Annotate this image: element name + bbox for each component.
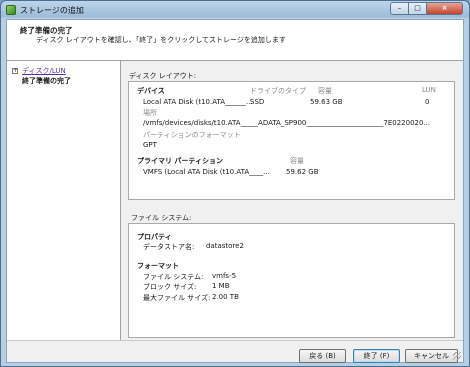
dialog-client-area: 終了準備の完了 ディスク レイアウトを確認し、「終了」をクリックしてストレージを…	[6, 19, 464, 363]
minimize-button[interactable]: –	[390, 2, 409, 15]
finish-button[interactable]: 終了 (F)	[353, 349, 400, 363]
col-lun: LUN	[422, 86, 436, 94]
device-name: Local ATA Disk (t10.ATA______...	[143, 98, 253, 106]
expand-icon[interactable]: +	[12, 68, 18, 74]
footer-divider	[7, 340, 463, 341]
properties-heading: プロパティ	[137, 233, 172, 241]
datastore-name-label: データストア名:	[143, 243, 195, 251]
max-file-size-value: 2.00 TB	[212, 293, 239, 301]
dialog-window: ストレージの追加 – □ × 終了準備の完了 ディスク レイアウトを確認し、「終…	[0, 0, 470, 367]
primary-partition-name: VMFS (Local ATA Disk (t10.ATA____...	[143, 168, 270, 176]
back-button[interactable]: 戻る (B)	[299, 349, 346, 363]
block-size-label: ブロック サイズ:	[143, 283, 197, 291]
partition-format-value: GPT	[143, 141, 157, 149]
wizard-header: 終了準備の完了 ディスク レイアウトを確認し、「終了」をクリックしてストレージを…	[7, 20, 463, 61]
wizard-step-subtitle: ディスク レイアウトを確認し、「終了」をクリックしてストレージを追加します	[36, 36, 286, 44]
col-drive-type: ドライブのタイプ	[250, 87, 306, 95]
nav-item-ready-to-complete: 終了準備の完了	[22, 77, 71, 85]
device-lun: 0	[425, 98, 430, 106]
device-heading: デバイス	[137, 87, 165, 95]
max-file-size-label: 最大ファイル サイズ:	[143, 294, 211, 302]
app-icon	[6, 5, 16, 15]
disk-layout-panel: デバイス ドライブのタイプ 容量 LUN Local ATA Disk (t10…	[128, 81, 455, 200]
fs-label: ファイル システム:	[143, 273, 204, 281]
datastore-name-value: datastore2	[206, 242, 244, 250]
close-button[interactable]: ×	[426, 2, 463, 15]
partition-format-label: パーティションのフォーマット	[143, 131, 241, 139]
pp-capacity-label: 容量	[290, 157, 304, 165]
primary-partition-heading: プライマリ パーティション	[137, 157, 224, 165]
title-bar[interactable]: ストレージの追加 – □ ×	[1, 1, 469, 19]
nav-item-disk-lun[interactable]: + ディスク/LUN	[12, 66, 66, 76]
wizard-nav: + ディスク/LUN 終了準備の完了	[7, 61, 121, 340]
location-label: 場所	[143, 109, 157, 117]
cancel-button[interactable]: キャンセル	[405, 349, 458, 363]
resize-grip-icon[interactable]	[453, 352, 461, 360]
nav-item-disk-lun-label[interactable]: ディスク/LUN	[22, 67, 66, 75]
file-system-panel: プロパティ データストア名: datastore2 フォーマット ファイル シス…	[128, 223, 455, 338]
location-value: /vmfs/devices/disks/t10.ATA_____ADATA_SP…	[143, 119, 431, 127]
file-system-label: ファイル システム:	[131, 214, 192, 222]
col-capacity: 容量	[318, 87, 332, 95]
window-title: ストレージの追加	[20, 6, 84, 15]
format-heading: フォーマット	[137, 262, 179, 270]
fs-value: vmfs-5	[212, 272, 237, 280]
device-drive-type: SSD	[250, 98, 265, 106]
device-capacity: 59.63 GB	[310, 98, 343, 106]
block-size-value: 1 MB	[212, 282, 230, 290]
disk-layout-label: ディスク レイアウト:	[129, 72, 197, 80]
primary-partition-capacity: 59.62 GB	[286, 168, 319, 176]
maximize-button[interactable]: □	[408, 2, 427, 15]
